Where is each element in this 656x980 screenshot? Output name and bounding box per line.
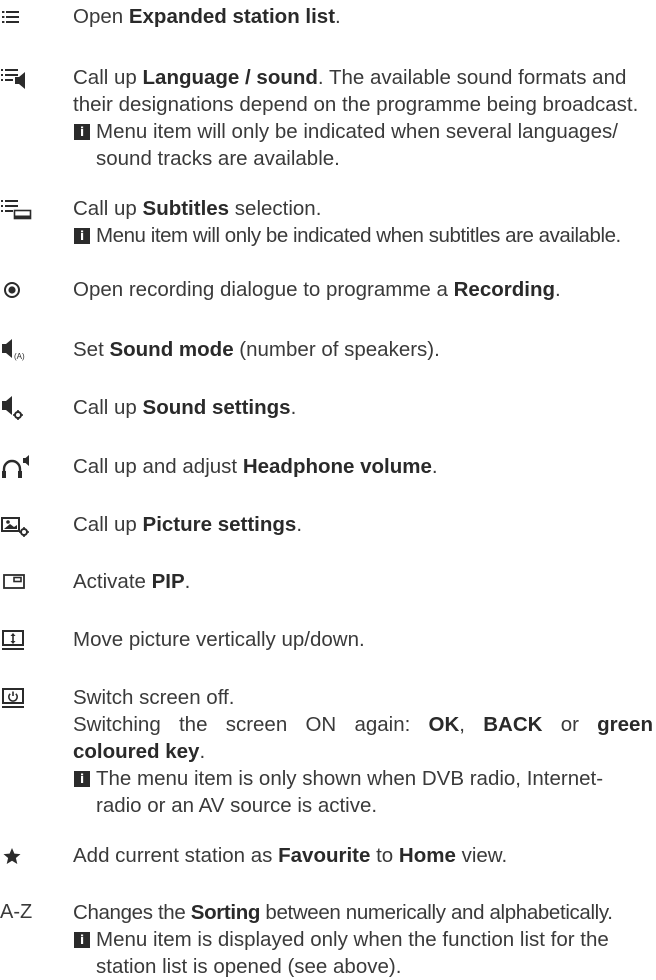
picture-settings-icon <box>0 511 50 538</box>
info-icon: i <box>74 771 90 787</box>
entry-text: Switch screen off. Switching the screen … <box>73 686 653 819</box>
entry-text: Call up Sound settings. <box>73 396 297 419</box>
info-icon: i <box>74 124 90 140</box>
svg-text:(A): (A) <box>14 352 25 361</box>
star-icon <box>0 842 50 869</box>
entry-text: Call up Picture settings. <box>73 513 303 536</box>
entry-text: Set Sound mode (number of speakers). <box>73 338 440 361</box>
info-note: i Menu item is displayed only when the f… <box>73 926 653 980</box>
list-icon <box>0 3 50 30</box>
info-note: i Menu item will only be indicated when … <box>73 118 653 172</box>
language-sound-icon <box>0 64 50 91</box>
info-note: i Menu item will only be indicated when … <box>73 222 653 249</box>
entry-text: Call up Language / sound. The available … <box>73 64 653 172</box>
manual-page: Open Expanded station list. Call up Lang… <box>0 0 656 978</box>
record-icon <box>0 276 50 303</box>
entry-text: Changes the Sorting between numerically … <box>73 899 653 980</box>
info-note: i The menu item is only shown when DVB r… <box>73 765 653 819</box>
move-picture-icon <box>0 626 50 653</box>
entry-text: Open recording dialogue to programme a R… <box>73 278 561 301</box>
headphone-volume-icon <box>0 453 50 480</box>
info-icon: i <box>74 228 90 244</box>
entry-text: Move picture vertically up/down. <box>73 628 365 651</box>
az-sort-label: A-Z <box>0 901 33 923</box>
sound-settings-icon <box>0 394 50 421</box>
entry-text: Activate PIP. <box>73 570 191 593</box>
sound-mode-icon: (A) <box>0 336 50 363</box>
az-sort-icon: A-Z <box>0 899 50 926</box>
info-icon: i <box>74 932 90 948</box>
screen-off-icon <box>0 684 50 711</box>
pip-icon <box>0 568 50 595</box>
subtitles-icon <box>0 195 50 222</box>
entry-text: Call up Subtitles selection. i Menu item… <box>73 195 653 249</box>
entry-text: Add current station as Favourite to Home… <box>73 844 508 867</box>
entry-text: Open Expanded station list. <box>73 5 341 28</box>
entry-text: Call up and adjust Headphone volume. <box>73 455 438 478</box>
